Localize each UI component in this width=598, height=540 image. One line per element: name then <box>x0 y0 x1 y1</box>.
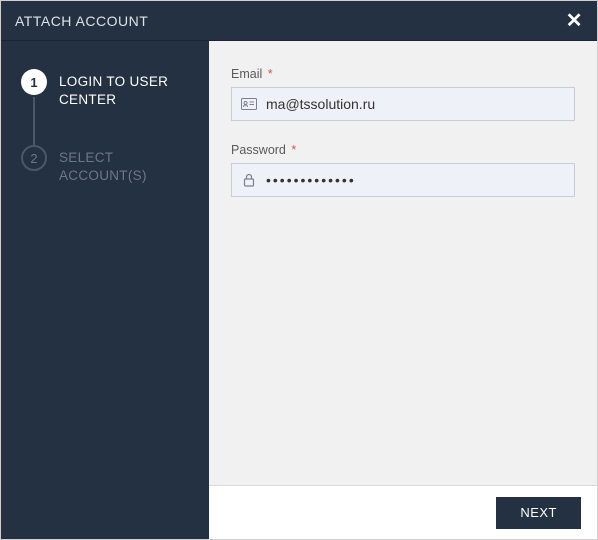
close-icon[interactable]: ✕ <box>566 11 583 31</box>
step-login: 1 LOGIN TO USER CENTER <box>21 69 193 145</box>
login-form: Email * <box>209 41 597 485</box>
email-label: Email * <box>231 67 575 81</box>
main-panel: Email * <box>209 41 597 539</box>
password-input[interactable] <box>266 164 574 196</box>
lock-icon <box>232 173 266 187</box>
step-number: 1 <box>21 69 47 95</box>
attach-account-modal: ATTACH ACCOUNT ✕ 1 LOGIN TO USER CENTER … <box>0 0 598 540</box>
email-label-text: Email <box>231 67 262 81</box>
id-card-icon <box>232 98 266 110</box>
email-input[interactable] <box>266 88 574 120</box>
step-number: 2 <box>21 145 47 171</box>
required-marker: * <box>268 67 273 81</box>
step-select-accounts: 2 SELECT ACCOUNT(S) <box>21 145 193 185</box>
modal-title: ATTACH ACCOUNT <box>15 13 148 29</box>
password-field-group: Password * <box>231 143 575 197</box>
password-input-wrap <box>231 163 575 197</box>
email-input-wrap <box>231 87 575 121</box>
step-connector <box>33 97 35 147</box>
password-label: Password * <box>231 143 575 157</box>
step-label: LOGIN TO USER CENTER <box>59 69 193 109</box>
wizard-sidebar: 1 LOGIN TO USER CENTER 2 SELECT ACCOUNT(… <box>1 41 209 539</box>
email-field-group: Email * <box>231 67 575 121</box>
modal-header: ATTACH ACCOUNT ✕ <box>1 1 597 41</box>
modal-body: 1 LOGIN TO USER CENTER 2 SELECT ACCOUNT(… <box>1 41 597 539</box>
step-label: SELECT ACCOUNT(S) <box>59 145 193 185</box>
modal-footer: NEXT <box>209 485 597 539</box>
password-label-text: Password <box>231 143 286 157</box>
required-marker: * <box>291 143 296 157</box>
next-button[interactable]: NEXT <box>496 497 581 529</box>
